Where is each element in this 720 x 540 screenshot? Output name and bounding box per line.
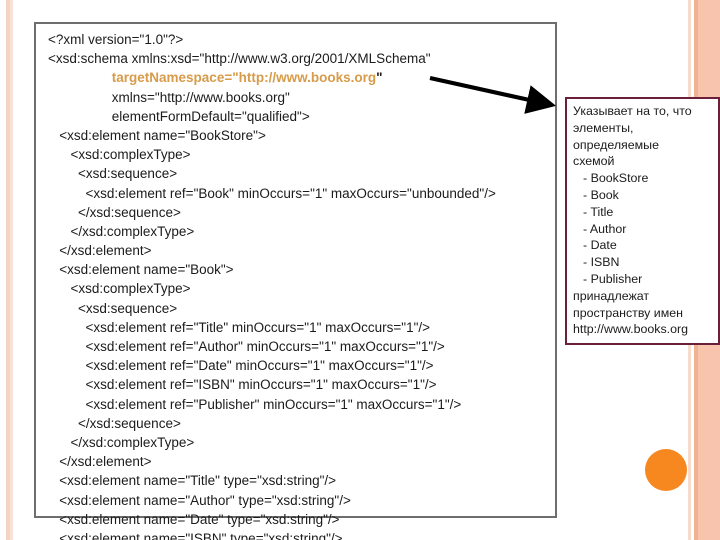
code-line: <xsd:complexType>: [48, 281, 191, 297]
slide-canvas: <?xml version="1.0"?> <xsd:schema xmlns:x…: [0, 0, 720, 540]
code-line: <xsd:schema xmlns:xsd="http://www.w3.org…: [48, 51, 431, 67]
annotation-note-text: Указывает на то, что элементы, определяемы…: [573, 103, 714, 338]
annotation-outro-line: принадлежат: [573, 288, 650, 303]
annotation-bullet-item: - Author: [583, 221, 627, 236]
code-line: <xsd:element ref="ISBN" minOccurs="1" ma…: [48, 377, 437, 393]
code-line: <xsd:element ref="Date" minOccurs="1" ma…: [48, 358, 434, 374]
code-line: <xsd:element name="BookStore">: [48, 127, 266, 143]
code-line: <xsd:element name="Book">: [48, 262, 234, 278]
code-line: <xsd:complexType>: [48, 147, 191, 163]
code-line: elementFormDefault="qualified">: [48, 108, 310, 124]
annotation-outro-line: пространству имен: [573, 305, 683, 320]
code-line: <xsd:element name="Title" type="xsd:stri…: [48, 473, 337, 489]
annotation-bullet-item: - Publisher: [583, 271, 643, 286]
code-line: <xsd:sequence>: [48, 166, 178, 182]
annotation-note-box: Указывает на то, что элементы, определяемы…: [565, 97, 720, 345]
code-line: </xsd:sequence>: [48, 204, 181, 220]
annotation-outro-line: http://www.books.org: [573, 322, 689, 337]
code-line: <xsd:element ref="Title" minOccurs="1" m…: [48, 319, 431, 335]
xsd-code-listing: <?xml version="1.0"?> <xsd:schema xmlns:x…: [48, 30, 553, 540]
annotation-bullet-item: - Date: [583, 238, 617, 253]
annotation-bullet-item: - BookStore: [583, 171, 649, 186]
code-line: <xsd:element name="Date" type="xsd:strin…: [48, 511, 340, 527]
code-line: </xsd:complexType>: [48, 434, 195, 450]
decor-stripe-left-inner: [10, 0, 13, 540]
code-line: </xsd:element>: [48, 243, 152, 259]
annotation-bullet-item: - Book: [583, 187, 619, 202]
closing-quote: ": [376, 70, 383, 86]
annotation-bullet-item: - Title: [583, 204, 614, 219]
code-line: <xsd:element ref="Author" minOccurs="1" …: [48, 339, 445, 354]
code-line: <xsd:element ref="Book" minOccurs="1" ma…: [48, 185, 496, 201]
code-line: <xsd:sequence>: [48, 300, 178, 316]
decorative-circle: [645, 449, 687, 491]
annotation-intro-line: элементы,: [573, 120, 634, 135]
code-line: <xsd:element name="Author" type="xsd:str…: [48, 492, 351, 508]
code-line: <xsd:element name="ISBN" type="xsd:strin…: [48, 530, 343, 540]
highlighted-attribute: targetNamespace="http://www.books.org: [111, 70, 377, 86]
code-listing-box: <?xml version="1.0"?> <xsd:schema xmlns:x…: [34, 22, 557, 540]
code-line: <xsd:element ref="Publisher" minOccurs="…: [48, 396, 462, 412]
code-line: </xsd:element>: [48, 454, 152, 470]
annotation-bullet-item: - ISBN: [583, 255, 620, 270]
code-line: xmlns="http://www.books.org": [48, 89, 290, 105]
annotation-intro-line: определяемые: [573, 137, 659, 152]
code-line: </xsd:sequence>: [48, 415, 181, 431]
code-line: </xsd:complexType>: [48, 223, 195, 239]
annotation-intro-line: схемой: [573, 154, 615, 169]
annotation-intro-line: Указывает на то, что: [573, 104, 692, 118]
code-line: targetNamespace="http://www.books.org": [48, 68, 553, 87]
code-line: <?xml version="1.0"?>: [48, 32, 184, 47]
